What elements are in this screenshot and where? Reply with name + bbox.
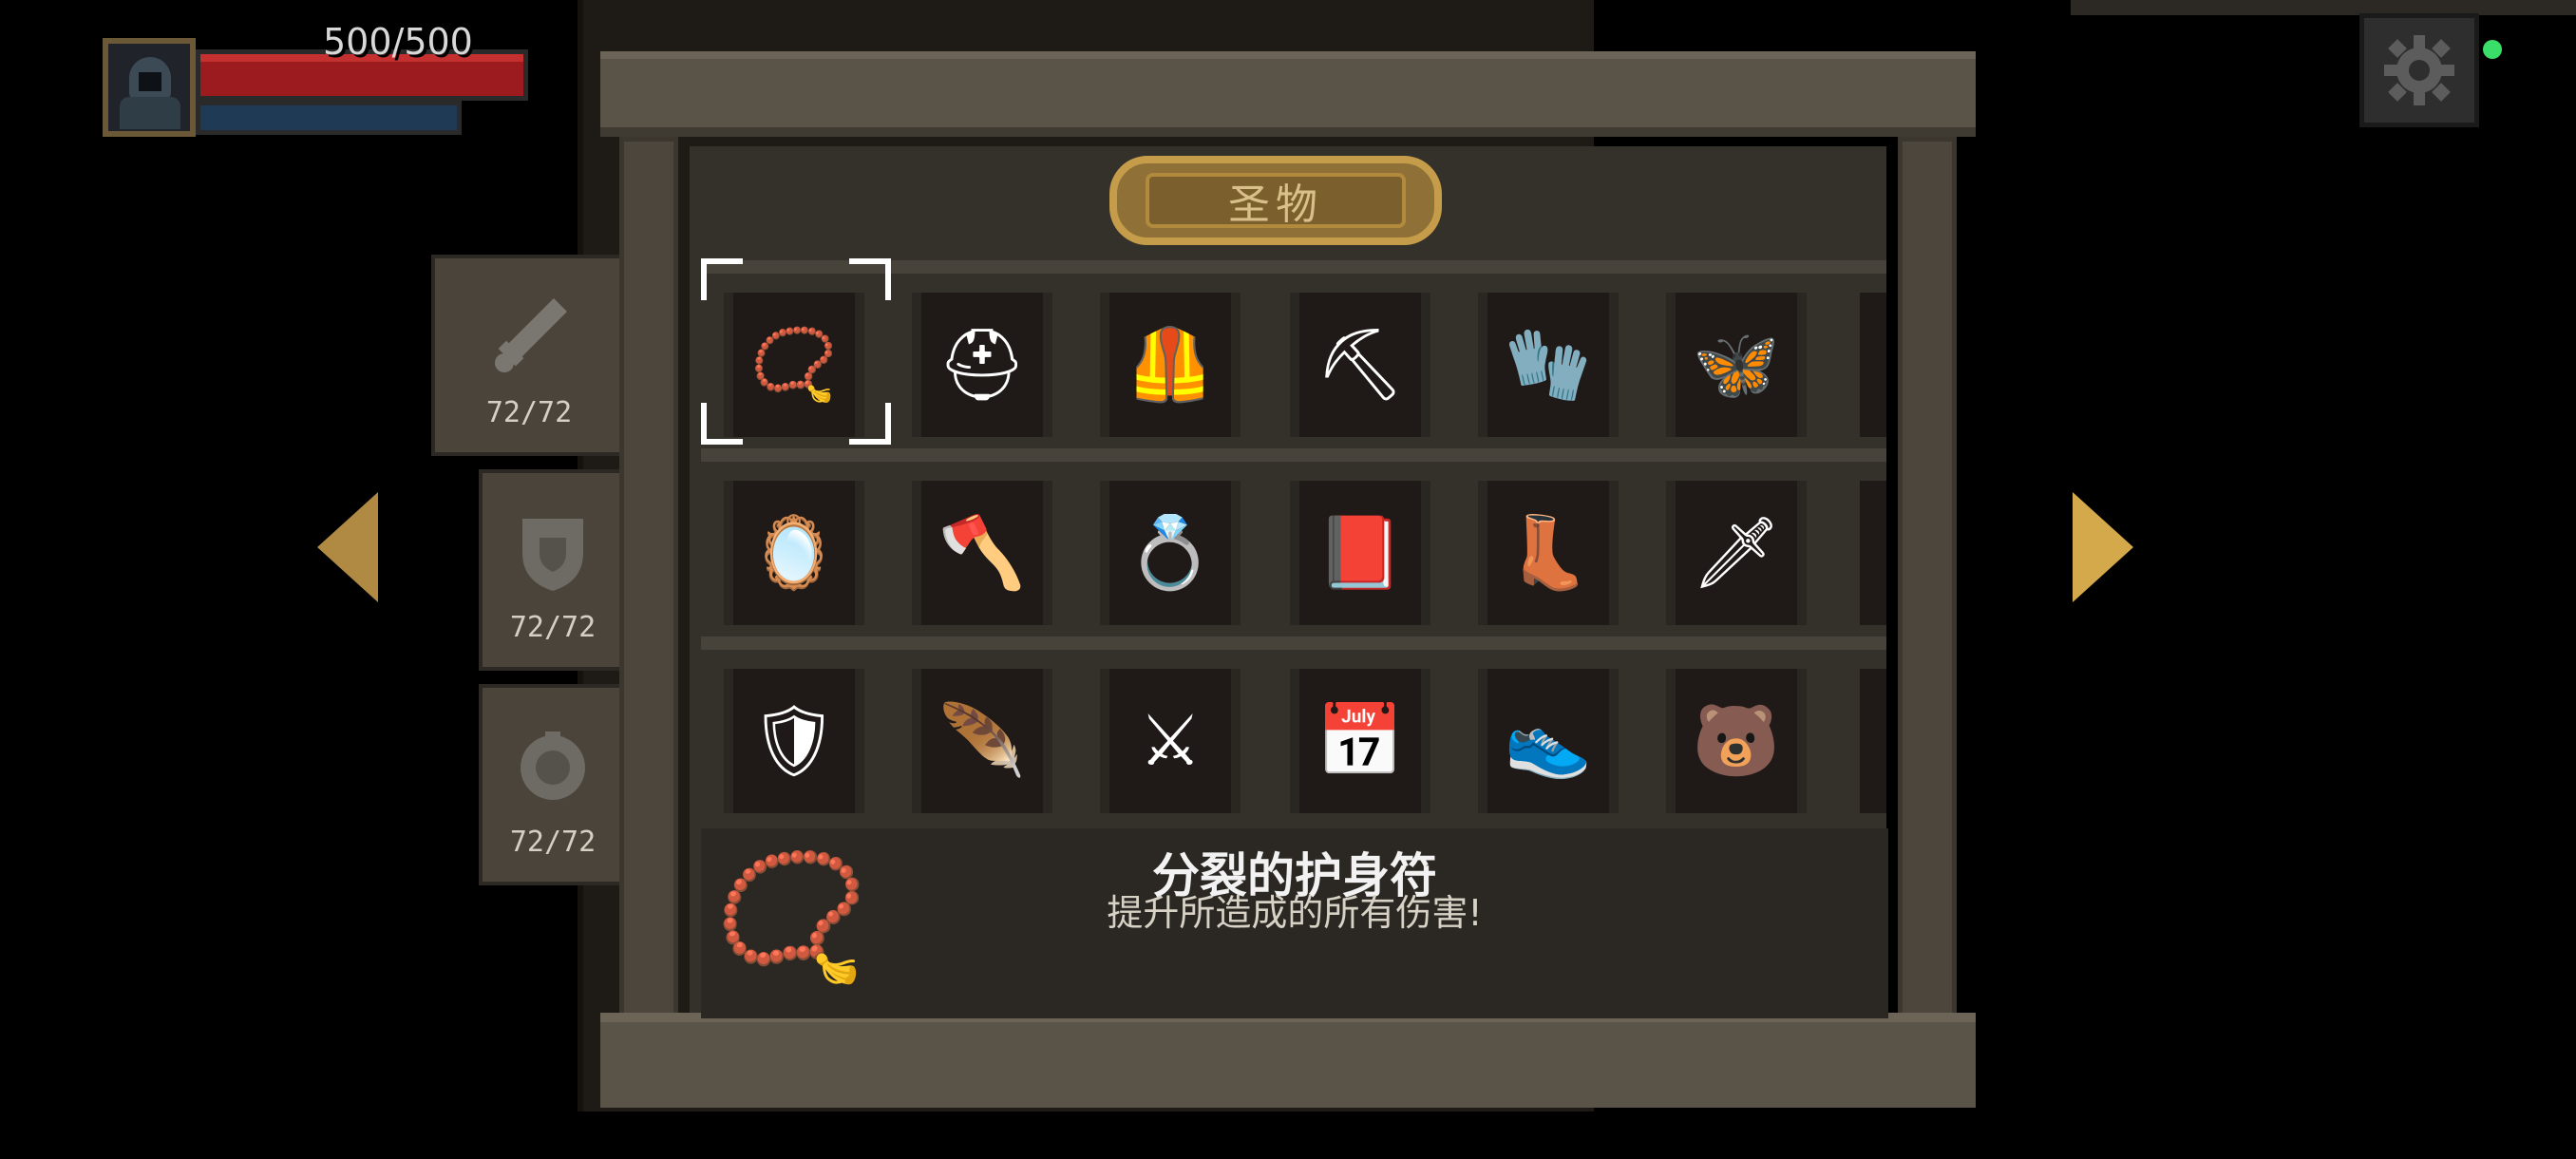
relic-slot-gold-armor[interactable]: 🛡 [724,669,864,813]
selected-relic-description: 提升所造成的所有伤害! [1107,892,1483,934]
relic-slot-purple-boot[interactable]: 👢 [1478,481,1619,625]
armor-icon: 🛡 [749,700,839,782]
relic-slot-partial [1860,481,1886,625]
gear-icon [2384,35,2454,105]
shield-icon [507,505,598,597]
category-tab-weapons[interactable]: 72/72 [431,255,627,456]
relic-slot-dagger[interactable]: 🗡 [1666,481,1807,625]
relic-slot-pauldron[interactable]: 🦺 [1100,293,1241,437]
selection-cursor [701,258,891,445]
relic-slot-partial [1860,293,1886,437]
feather-icon: 🪶 [938,700,1027,782]
relic-detail-panel: 📿 分裂的护身符 提升所造成的所有伤害! [701,828,1888,1018]
axe-icon: 🪓 [938,512,1027,594]
sword-icon [483,291,575,382]
calendar-icon: 📅 [1316,700,1405,782]
title-plaque: 圣物 [1109,156,1442,245]
relic-slot-calendar[interactable]: 📅 [1290,669,1430,813]
face-shadow [139,72,161,91]
shelf-board [701,636,1886,650]
health-text: 500/500 [323,21,473,63]
cabinet-top [600,51,1976,137]
horned-helmet-icon: ⛑ [938,324,1027,406]
cabinet-pillar-left [619,137,678,1077]
bear-icon: 🐻 [1692,700,1781,782]
cabinet-base [600,1013,1976,1108]
boot-icon: 👢 [1504,512,1593,594]
relic-slot-wings[interactable]: 🦋 [1666,293,1807,437]
relic-slot-partial [1860,669,1886,813]
relic-slot-horned-helmet[interactable]: ⛑ [912,293,1052,437]
pauldron-icon: 🦺 [1126,324,1215,406]
ring-icon: 💍 [1126,512,1215,594]
relic-slot-bear-head[interactable]: 🐻 [1666,669,1807,813]
book-icon: 📕 [1316,512,1405,594]
panel-title: 圣物 [1228,180,1323,229]
online-status-dot [2483,40,2502,59]
wings-icon: 🦋 [1692,324,1781,406]
category-count: 72/72 [485,396,573,429]
orb-icon [507,720,598,811]
relic-slot-shovel[interactable]: ⛏ [1290,293,1430,437]
mirror-icon: 🪞 [749,512,839,594]
shelf-row-3: 🛡 🪶 ⚔ 📅 👟 🐻 [701,636,1886,813]
next-page-arrow-icon[interactable] [2073,492,2133,602]
shelf-row-2: 🪞 🪓 💍 📕 👢 🗡 [701,448,1886,625]
dungeon-ledge [2071,0,2576,15]
relic-slot-purple-gauntlet[interactable]: 🧤 [1478,293,1619,437]
cloak-icon [120,97,180,129]
cabinet-pillar-right [1898,137,1957,1077]
relic-slot-hand-mirror[interactable]: 🪞 [724,481,864,625]
relic-slot-golden-sword[interactable]: ⚔ [1100,669,1241,813]
relic-slot-red-shoe[interactable]: 👟 [1478,669,1619,813]
mana-bar [196,101,462,135]
mana-bar-fill [200,105,457,130]
relic-slot-ring[interactable]: 💍 [1100,481,1241,625]
relic-slot-feather[interactable]: 🪶 [912,669,1052,813]
shovel-icon: ⛏ [1316,324,1405,406]
shoe-icon: 👟 [1504,700,1593,782]
player-portrait[interactable] [103,38,196,137]
relic-slot-black-book[interactable]: 📕 [1290,481,1430,625]
shelf-board [701,448,1886,462]
previous-page-arrow-icon[interactable] [317,492,378,602]
golden-sword-icon: ⚔ [1138,700,1203,782]
dagger-icon: 🗡 [1692,512,1781,594]
gauntlet-icon: 🧤 [1504,324,1593,406]
relic-slot-battle-axe[interactable]: 🪓 [912,481,1052,625]
settings-button[interactable] [2359,13,2479,127]
